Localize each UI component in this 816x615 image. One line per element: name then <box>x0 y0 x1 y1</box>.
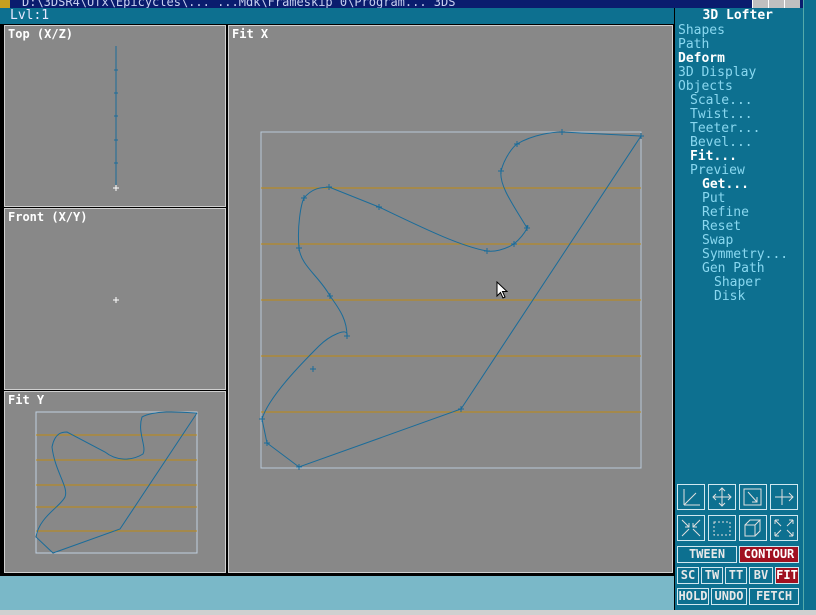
fetch-button[interactable]: FETCH <box>749 588 799 605</box>
menu-item-path[interactable]: Path <box>678 38 788 52</box>
pan-button[interactable] <box>708 484 736 510</box>
zoom-in-icon <box>681 519 701 537</box>
menu-item-shapes[interactable]: Shapes <box>678 24 788 38</box>
pan-icon <box>712 487 732 507</box>
tw-button[interactable]: TW <box>701 567 723 584</box>
arrow-right-icon <box>775 489 794 505</box>
menu-item-teeter[interactable]: Teeter... <box>678 122 788 136</box>
axis-tripod-button[interactable] <box>677 484 705 510</box>
level-indicator: Lvl:1 <box>10 8 50 23</box>
menu-item-objects[interactable]: Objects <box>678 80 788 94</box>
zoom-extents-button[interactable] <box>770 515 798 541</box>
minimize-button[interactable] <box>752 0 768 8</box>
bottom-strip <box>0 610 816 615</box>
menu-item-shaper[interactable]: Shaper <box>678 276 788 290</box>
program-title: 3D Lofter <box>702 8 773 23</box>
undo-button[interactable]: UNDO <box>711 588 747 605</box>
tt-button[interactable]: TT <box>725 567 747 584</box>
fit-x-deformation-curve <box>259 129 644 470</box>
sc-button[interactable]: SC <box>677 567 699 584</box>
zoom-in-button[interactable] <box>677 515 705 541</box>
menu-item-disk[interactable]: Disk <box>678 290 788 304</box>
box-icon <box>744 519 762 537</box>
fit-y-deformation-curve <box>35 411 198 554</box>
menu-item-symmetry[interactable]: Symmetry... <box>678 248 788 262</box>
status-line <box>0 8 674 24</box>
viewport-top[interactable]: Top (X/Z) <box>4 25 226 207</box>
menu-item-3d-display[interactable]: 3D Display <box>678 66 788 80</box>
arrow-right-button[interactable] <box>770 484 798 510</box>
viewport-label: Fit Y <box>8 393 45 407</box>
menu-item-scale[interactable]: Scale... <box>678 94 788 108</box>
menu-item-get[interactable]: Get... <box>678 178 788 192</box>
tween-button[interactable]: TWEEN <box>677 546 737 563</box>
menu-item-refine[interactable]: Refine <box>678 206 788 220</box>
menu-item-put[interactable]: Put <box>678 192 788 206</box>
command-menu: Shapes Path Deform 3D Display Objects Scale..… <box>678 24 788 304</box>
top-path-drawing <box>113 46 119 191</box>
3d-box-button[interactable] <box>739 515 767 541</box>
zoom-extents-icon <box>774 519 794 537</box>
viewport-fit-x[interactable]: Fit X <box>228 25 673 573</box>
maximize-button[interactable] <box>768 0 784 8</box>
menu-item-bevel[interactable]: Bevel... <box>678 136 788 150</box>
viewport-label: Fit X <box>232 27 269 41</box>
mouse-cursor-icon <box>496 280 509 303</box>
menu-item-preview[interactable]: Preview <box>678 164 788 178</box>
region-icon <box>713 521 731 536</box>
prompt-line <box>0 574 674 610</box>
zoom-window-icon <box>743 488 762 506</box>
viewport-label: Front (X/Y) <box>8 210 88 224</box>
window-title-bar: D:\3DSR4\Ufx\Epicycles\... ...Mdk\Frames… <box>0 0 816 8</box>
contour-button[interactable]: CONTOUR <box>739 546 799 563</box>
bv-button[interactable]: BV <box>749 567 773 584</box>
region-button[interactable] <box>708 515 736 541</box>
menu-item-twist[interactable]: Twist... <box>678 108 788 122</box>
viewport-label: Top (X/Z) <box>8 27 74 41</box>
window-title: D:\3DSR4\Ufx\Epicycles\... ...Mdk\Frames… <box>22 0 456 8</box>
app-icon <box>0 0 10 8</box>
menu-item-swap[interactable]: Swap <box>678 234 788 248</box>
menu-item-fit[interactable]: Fit... <box>678 150 788 164</box>
hold-button[interactable]: HOLD <box>677 588 709 605</box>
viewport-fit-y[interactable]: Fit Y <box>4 391 226 573</box>
front-path-drawing <box>113 297 119 303</box>
panel-scrollbar[interactable] <box>803 0 816 610</box>
zoom-window-button[interactable] <box>739 484 767 510</box>
viewport-front[interactable]: Front (X/Y) <box>4 208 226 390</box>
menu-item-reset[interactable]: Reset <box>678 220 788 234</box>
menu-item-gen-path[interactable]: Gen Path <box>678 262 788 276</box>
axis-tripod-icon <box>683 489 700 506</box>
menu-item-deform[interactable]: Deform <box>678 52 788 66</box>
close-button[interactable] <box>784 0 800 8</box>
fit-button[interactable]: FIT <box>775 567 799 584</box>
